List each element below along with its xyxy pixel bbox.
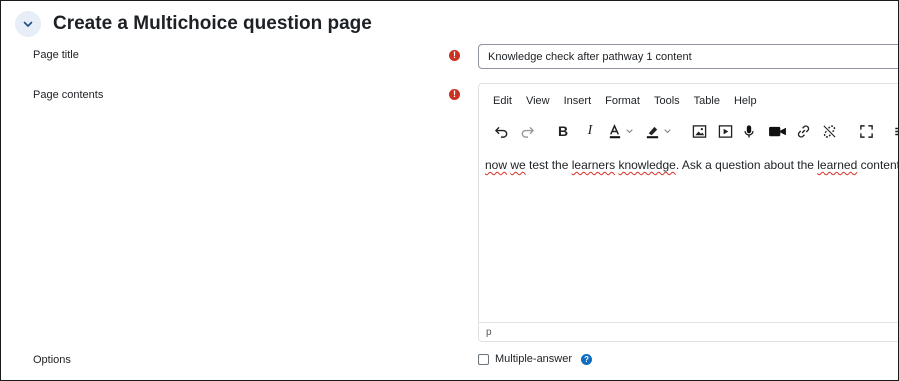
editor-statusbar-path[interactable]: p xyxy=(486,327,492,338)
menu-format[interactable]: Format xyxy=(605,95,640,107)
italic-icon[interactable]: I xyxy=(583,120,597,142)
image-icon[interactable] xyxy=(691,120,707,142)
page-contents-label: Page contents xyxy=(33,89,104,101)
more-icon[interactable] xyxy=(893,120,898,142)
microphone-icon[interactable] xyxy=(742,120,756,142)
section-title: Create a Multichoice question page xyxy=(53,13,372,34)
misspelled-word: we xyxy=(510,158,526,172)
editor-content[interactable]: now we test the learners knowledge. Ask … xyxy=(485,158,899,172)
collapse-section-button[interactable] xyxy=(15,11,41,37)
section-header: Create a Multichoice question page xyxy=(15,10,372,38)
required-icon: ! xyxy=(449,89,460,100)
editor-toolbar: B I xyxy=(479,120,898,142)
bold-icon[interactable]: B xyxy=(556,120,570,142)
multiple-answer-option: Multiple-answer ? xyxy=(478,353,593,365)
multiple-answer-checkbox[interactable] xyxy=(478,353,489,365)
misspelled-word: learners xyxy=(571,158,616,172)
content-text: test the xyxy=(525,158,572,172)
menu-tools[interactable]: Tools xyxy=(654,95,680,107)
text-color-icon[interactable] xyxy=(607,120,637,142)
chevron-down-icon xyxy=(23,21,33,27)
menu-edit[interactable]: Edit xyxy=(493,95,512,107)
content-text: content. xyxy=(857,158,899,172)
multiple-answer-label[interactable]: Multiple-answer xyxy=(495,353,572,365)
link-icon[interactable] xyxy=(795,120,811,142)
highlight-color-icon[interactable] xyxy=(644,120,676,142)
options-label: Options xyxy=(33,354,71,366)
fullscreen-icon[interactable] xyxy=(858,120,874,142)
menu-help[interactable]: Help xyxy=(734,95,757,107)
unlink-icon[interactable] xyxy=(821,120,837,142)
form-frame: Create a Multichoice question page Page … xyxy=(0,0,899,381)
help-icon[interactable]: ? xyxy=(581,353,593,365)
rich-text-editor: Edit View Insert Format Tools Table Help… xyxy=(478,83,899,342)
menu-view[interactable]: View xyxy=(526,95,550,107)
page-title-label: Page title xyxy=(33,49,79,61)
misspelled-word: now xyxy=(485,158,508,172)
statusbar-divider xyxy=(479,322,898,323)
editor-menubar: Edit View Insert Format Tools Table Help xyxy=(493,95,771,107)
content-text: . Ask a question about the xyxy=(675,158,818,172)
misspelled-word: knowledge xyxy=(618,158,676,172)
required-icon: ! xyxy=(449,50,460,61)
video-camera-icon[interactable] xyxy=(767,120,787,142)
page-title-input[interactable] xyxy=(478,44,898,69)
misspelled-word: learned xyxy=(817,158,858,172)
media-icon[interactable] xyxy=(717,120,733,142)
menu-table[interactable]: Table xyxy=(694,95,720,107)
redo-icon[interactable] xyxy=(519,120,535,142)
undo-icon[interactable] xyxy=(493,120,509,142)
menu-insert[interactable]: Insert xyxy=(564,95,592,107)
